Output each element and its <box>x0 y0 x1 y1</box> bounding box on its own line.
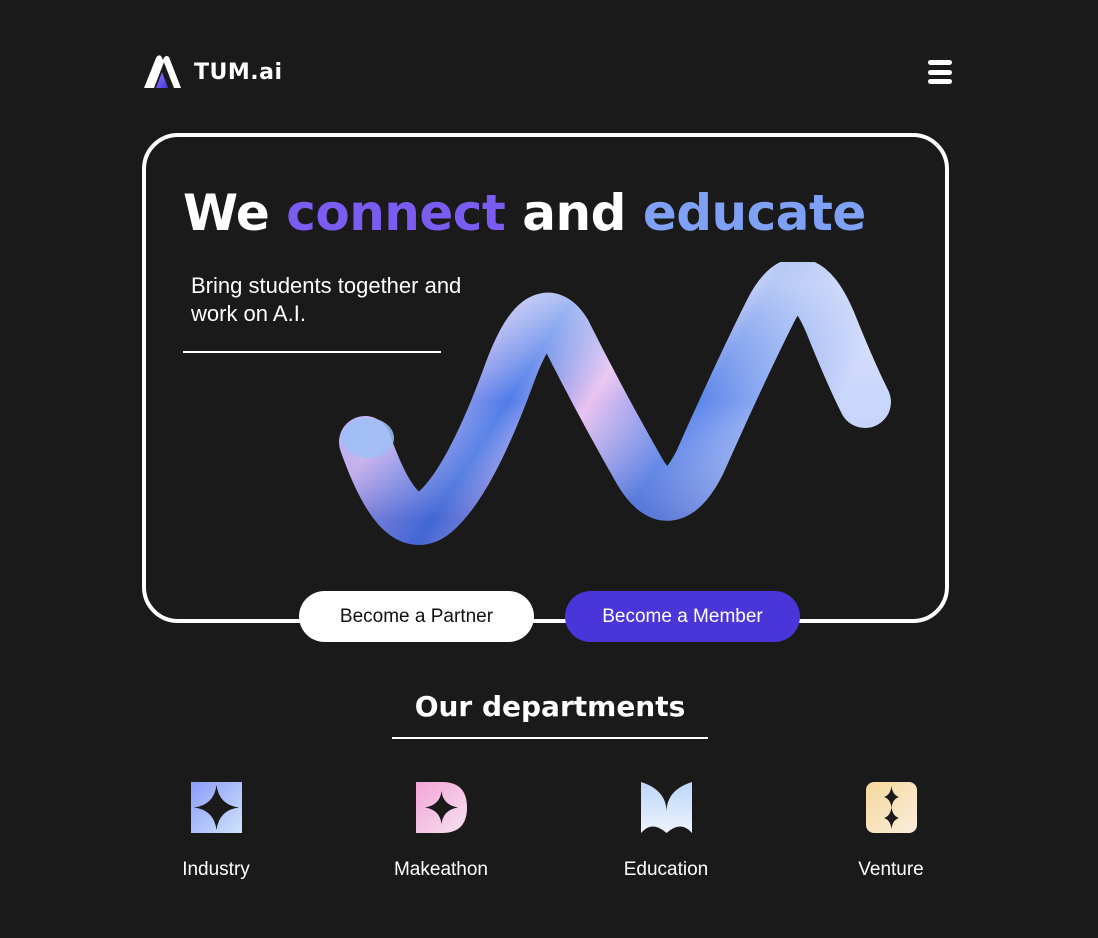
hamburger-menu-icon[interactable] <box>928 60 952 84</box>
double-star-icon <box>865 782 917 833</box>
headline-word-we: We <box>183 184 270 242</box>
department-industry[interactable]: Industry <box>141 782 291 881</box>
hero-headline: We connect and educate <box>183 184 866 242</box>
headline-word-and: and <box>522 184 626 242</box>
department-venture[interactable]: Venture <box>816 782 966 881</box>
department-label: Education <box>623 859 709 880</box>
department-education[interactable]: Education <box>591 782 741 881</box>
tum-ai-logo-icon <box>144 55 181 88</box>
sparkle-star-icon <box>190 782 242 833</box>
departments-divider <box>392 737 708 739</box>
d-shape-star-icon <box>415 782 467 833</box>
departments-title: Our departments <box>414 690 686 723</box>
m-shape-icon <box>640 782 692 833</box>
department-makeathon[interactable]: Makeathon <box>366 782 516 881</box>
headline-word-educate: educate <box>642 184 867 242</box>
department-label: Makeathon <box>393 859 488 880</box>
department-label: Venture <box>858 859 924 880</box>
brand-name: TUM.ai <box>194 59 283 85</box>
brand-logo[interactable]: TUM.ai <box>142 54 283 90</box>
department-label: Industry <box>182 859 250 880</box>
headline-word-connect: connect <box>286 184 506 242</box>
holographic-wave-shape <box>339 262 891 545</box>
become-member-button[interactable]: Become a Member <box>565 591 800 642</box>
become-partner-button[interactable]: Become a Partner <box>299 591 534 642</box>
